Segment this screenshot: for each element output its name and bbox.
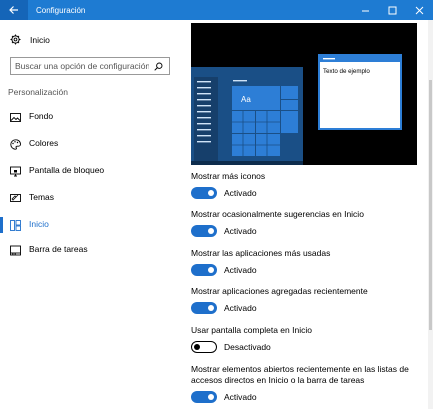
minimize-button[interactable] bbox=[352, 0, 379, 20]
palette-icon bbox=[10, 139, 21, 150]
toggle-row[interactable]: Desactivado bbox=[191, 341, 421, 353]
toggle-row[interactable]: Activado bbox=[191, 391, 421, 403]
search-button[interactable] bbox=[149, 58, 167, 74]
setting-agregadas-recientemente: Mostrar aplicaciones agregadas recientem… bbox=[191, 286, 421, 314]
sample-window-text: Texto de ejemplo bbox=[323, 68, 370, 75]
selection-indicator bbox=[0, 217, 3, 233]
sidebar-item-inicio[interactable]: Inicio bbox=[0, 213, 183, 237]
sidebar-item-label: Temas bbox=[29, 192, 55, 202]
toggle-knob bbox=[194, 343, 200, 350]
setting-label: Usar pantalla completa en Inicio bbox=[191, 325, 312, 335]
sidebar-item-fondo[interactable]: Fondo bbox=[0, 105, 183, 129]
monitor-lock-icon bbox=[10, 166, 21, 177]
toggle-switch[interactable] bbox=[191, 187, 217, 199]
maximize-icon bbox=[388, 6, 397, 14]
sidebar-item-colores[interactable]: Colores bbox=[0, 132, 183, 156]
toggle-state-label: Activado bbox=[224, 392, 257, 402]
toggle-switch[interactable] bbox=[191, 391, 217, 403]
close-icon bbox=[415, 6, 424, 14]
home-label: Inicio bbox=[30, 34, 50, 45]
search-icon bbox=[153, 62, 162, 71]
toggle-knob bbox=[208, 190, 214, 196]
back-arrow-icon bbox=[9, 6, 18, 14]
toggle-knob bbox=[208, 228, 214, 234]
sidebar-item-barra-de-tareas[interactable]: Barra de tareas bbox=[0, 238, 183, 262]
toggle-row[interactable]: Activado bbox=[191, 302, 421, 314]
toggle-switch[interactable] bbox=[191, 225, 217, 237]
toggle-switch[interactable] bbox=[191, 341, 217, 353]
toggle-state-label: Activado bbox=[224, 265, 257, 275]
start-preview: Aa Texto de ejemplo bbox=[191, 23, 417, 165]
start-preview-graphic: Aa Texto de ejemplo bbox=[191, 23, 417, 165]
toggle-state-label: Activado bbox=[224, 226, 257, 236]
gear-icon bbox=[10, 34, 21, 45]
sidebar-item-label: Pantalla de bloqueo bbox=[29, 165, 105, 175]
tile-sample-text: Aa bbox=[241, 95, 251, 104]
setting-mas-usadas: Mostrar las aplicaciones más usadas Acti… bbox=[191, 248, 421, 276]
setting-mostrar-mas-iconos: Mostrar más iconos Activado bbox=[191, 171, 421, 199]
sidebar: Inicio Personalización Fondo Colores Pan… bbox=[0, 20, 183, 409]
setting-label: Mostrar más iconos bbox=[191, 171, 266, 181]
back-button[interactable] bbox=[0, 0, 28, 20]
toggle-switch[interactable] bbox=[191, 264, 217, 276]
toggle-row[interactable]: Activado bbox=[191, 187, 421, 199]
toggle-knob bbox=[208, 267, 214, 273]
title-bar: Configuración bbox=[0, 0, 433, 20]
window-title: Configuración bbox=[36, 5, 86, 15]
toggle-state-label: Activado bbox=[224, 303, 257, 313]
toggle-knob bbox=[208, 305, 214, 311]
vertical-scrollbar[interactable] bbox=[428, 20, 433, 409]
sidebar-item-label: Inicio bbox=[29, 219, 49, 229]
setting-label: Mostrar las aplicaciones más usadas bbox=[191, 248, 331, 258]
toggle-state-label: Activado bbox=[224, 188, 257, 198]
sidebar-home[interactable]: Inicio bbox=[10, 34, 50, 45]
search-input[interactable] bbox=[11, 58, 149, 74]
setting-label: Mostrar aplicaciones agregadas recientem… bbox=[191, 286, 368, 296]
sidebar-item-label: Barra de tareas bbox=[29, 244, 88, 254]
setting-label: Mostrar ocasionalmente sugerencias en In… bbox=[191, 209, 364, 219]
start-icon bbox=[10, 220, 21, 231]
taskbar-icon bbox=[10, 245, 21, 256]
setting-pantalla-completa: Usar pantalla completa en Inicio Desacti… bbox=[191, 325, 421, 353]
sidebar-item-pantalla-de-bloqueo[interactable]: Pantalla de bloqueo bbox=[0, 159, 183, 183]
maximize-button[interactable] bbox=[379, 0, 406, 20]
section-title: Personalización bbox=[8, 87, 69, 97]
setting-sugerencias: Mostrar ocasionalmente sugerencias en In… bbox=[191, 209, 421, 237]
setting-elementos-recientes: Mostrar elementos abiertos recientemente… bbox=[191, 364, 421, 403]
sidebar-item-label: Fondo bbox=[29, 111, 54, 121]
search-box[interactable] bbox=[10, 57, 170, 75]
toggle-row[interactable]: Activado bbox=[191, 225, 421, 237]
toggle-switch[interactable] bbox=[191, 302, 217, 314]
close-button[interactable] bbox=[406, 0, 433, 20]
brush-icon bbox=[10, 193, 21, 204]
toggle-knob bbox=[208, 394, 214, 400]
toggle-row[interactable]: Activado bbox=[191, 264, 421, 276]
minimize-icon bbox=[362, 10, 369, 11]
setting-label: Mostrar elementos abiertos recientemente… bbox=[191, 364, 409, 385]
toggle-state-label: Desactivado bbox=[224, 342, 271, 352]
sidebar-item-label: Colores bbox=[29, 138, 59, 148]
picture-icon bbox=[10, 112, 21, 123]
sidebar-item-temas[interactable]: Temas bbox=[0, 186, 183, 210]
window-controls bbox=[352, 0, 433, 20]
scrollbar-thumb[interactable] bbox=[429, 80, 432, 330]
